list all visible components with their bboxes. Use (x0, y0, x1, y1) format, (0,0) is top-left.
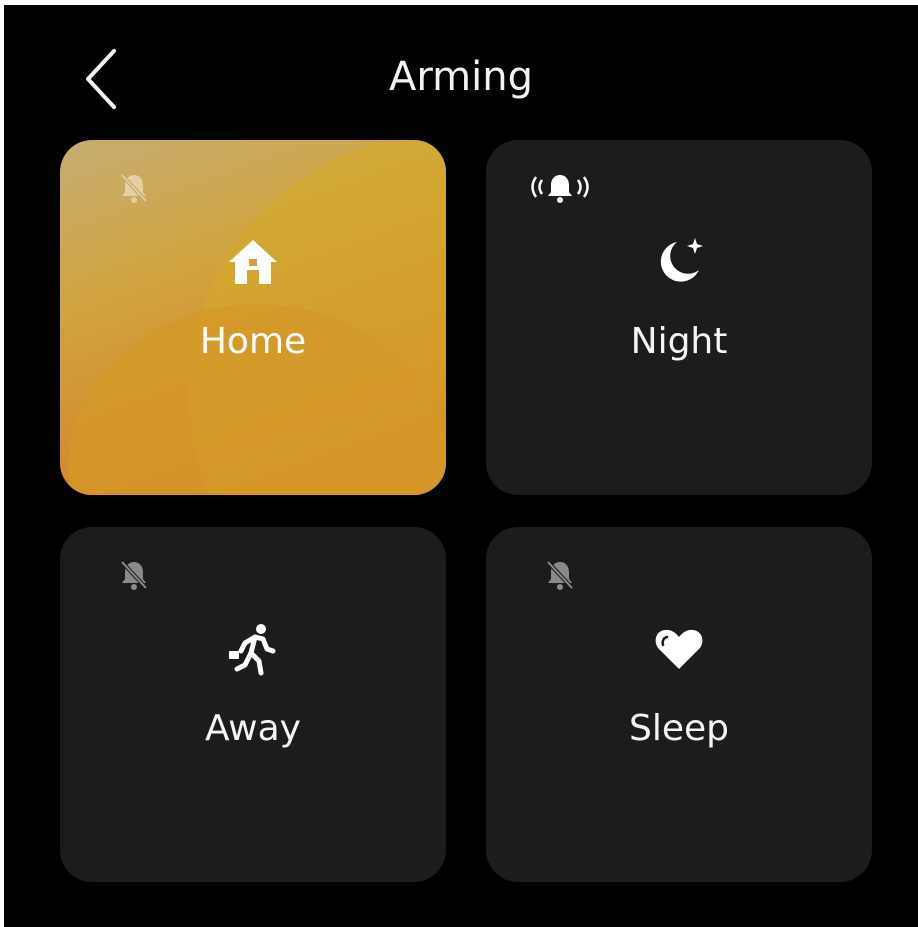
bell-off-icon (542, 557, 578, 593)
arming-screen: Arming Home Night Away Sleep (4, 5, 918, 927)
bell-ringing-icon (528, 170, 592, 206)
mode-label-sleep: Sleep (628, 708, 729, 749)
bell-off-icon (116, 557, 152, 593)
mode-tile-home[interactable]: Home (60, 140, 446, 495)
heart-icon (651, 621, 707, 677)
mode-tile-away[interactable]: Away (60, 527, 446, 882)
bell-off-icon (116, 170, 152, 206)
mode-tile-sleep[interactable]: Sleep (486, 527, 872, 882)
house-icon (225, 234, 281, 290)
moon-star-icon (651, 234, 707, 290)
page-title: Arming (389, 54, 533, 100)
mode-label-away: Away (205, 708, 301, 749)
mode-label-night: Night (630, 321, 728, 362)
mode-tile-night[interactable]: Night (486, 140, 872, 495)
mode-label-home: Home (199, 321, 307, 362)
running-person-icon (225, 621, 281, 677)
